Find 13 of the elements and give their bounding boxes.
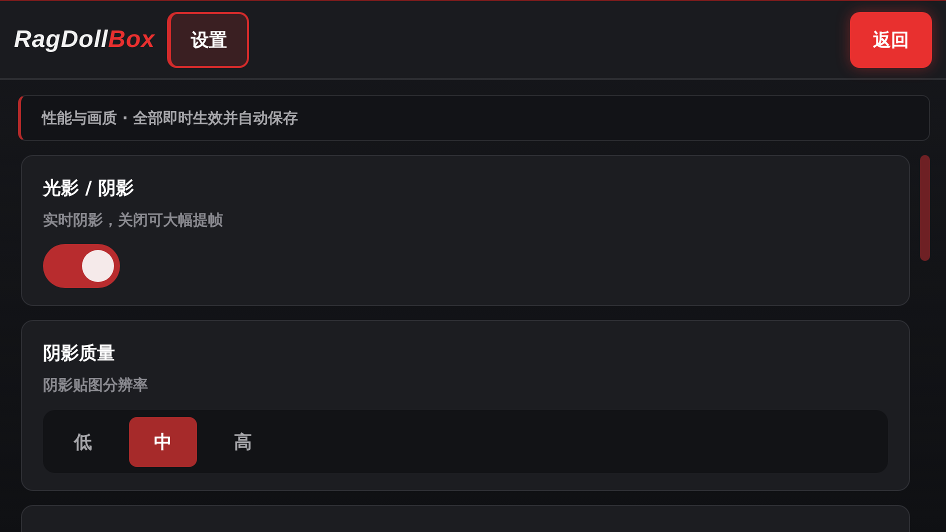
scrollbar-thumb[interactable] <box>920 155 930 261</box>
option-button[interactable]: 高 <box>209 416 277 466</box>
setting-title: 光影 / 阴影 <box>43 177 136 201</box>
setting-description: 阴影贴图分辨率 <box>43 375 149 396</box>
option-button[interactable]: 低 <box>49 416 117 466</box>
app-logo: RagDollBox <box>14 26 156 54</box>
setting-title: 阴影质量 <box>43 342 116 366</box>
toggle-switch[interactable] <box>43 244 120 288</box>
notice-banner: 性能与画质 · 全部即时生效并自动保存 <box>18 95 930 141</box>
settings-tab[interactable]: 设置 <box>167 12 250 68</box>
back-button[interactable]: 返回 <box>850 12 932 68</box>
option-button[interactable]: 中 <box>129 416 197 466</box>
setting-description: 实时阴影，关闭可大幅提帧 <box>43 210 224 231</box>
